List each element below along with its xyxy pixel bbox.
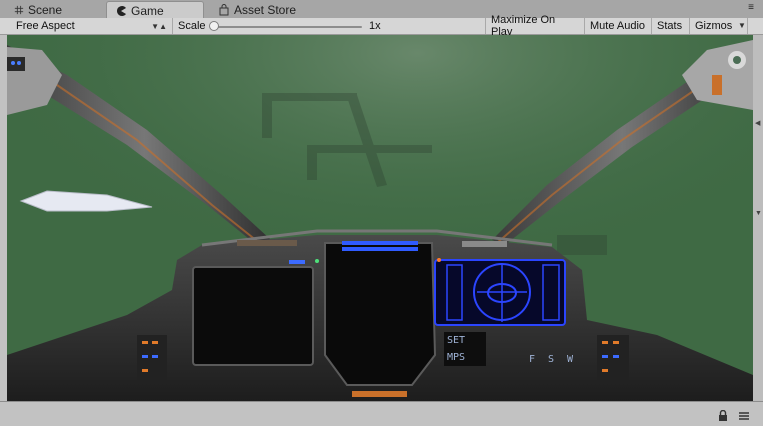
hud-label-mps: MPS [447,352,465,363]
right-console-lights [597,335,629,383]
left-display-screen [192,266,314,366]
maximize-on-play-toggle[interactable]: Maximize On Play [485,14,585,38]
mute-audio-toggle[interactable]: Mute Audio [585,18,652,34]
scale-slider-thumb[interactable] [209,21,219,31]
side-scroll-strip [753,35,763,401]
status-light-green [315,259,319,263]
pacman-icon [117,5,126,16]
status-light-orange [437,258,441,262]
game-toolbar: Free Aspect ▼▲ Scale 1x Maximize On Play… [0,14,763,38]
left-console-lights [137,335,167,380]
hud-letter-f: F [529,354,535,365]
tab-options-icon[interactable]: ≡ [745,2,757,14]
hud-letter-w: W [567,354,574,365]
tab-label: Asset Store [234,2,297,17]
tab-game[interactable]: Game [106,1,204,19]
bottom-bar [0,401,763,426]
tab-asset-store[interactable]: Asset Store [210,1,310,18]
game-viewport[interactable]: SET MPS F S W [7,35,753,401]
scale-value: 1x [369,20,381,32]
game-render: SET MPS F S W [7,35,753,401]
tab-label: Game [131,3,164,18]
tab-bar: Scene Game Asset Store ≡ [0,0,763,19]
chevron-down-icon: ▼▲ [151,21,167,31]
aspect-dropdown[interactable]: Free Aspect ▼▲ [0,18,173,34]
hud-letter-s: S [548,354,554,365]
stats-toggle[interactable]: Stats [652,18,690,34]
center-display-screen [324,242,437,386]
lock-icon[interactable] [718,410,728,422]
gizmos-dropdown-icon[interactable]: ▼ [736,18,748,34]
scale-label: Scale [178,20,206,32]
tab-label: Scene [27,2,62,17]
hud-label-set: SET [447,335,465,346]
bag-icon [219,3,229,15]
aspect-label: Free Aspect [16,20,75,32]
grid-icon [14,5,24,14]
tab-scene[interactable]: Scene [6,1,70,18]
scale-slider[interactable] [214,26,362,28]
chevron-up-icon[interactable]: ◀ [755,120,763,128]
menu-icon[interactable] [738,410,750,422]
chevron-down-icon[interactable]: ▼ [755,210,763,218]
